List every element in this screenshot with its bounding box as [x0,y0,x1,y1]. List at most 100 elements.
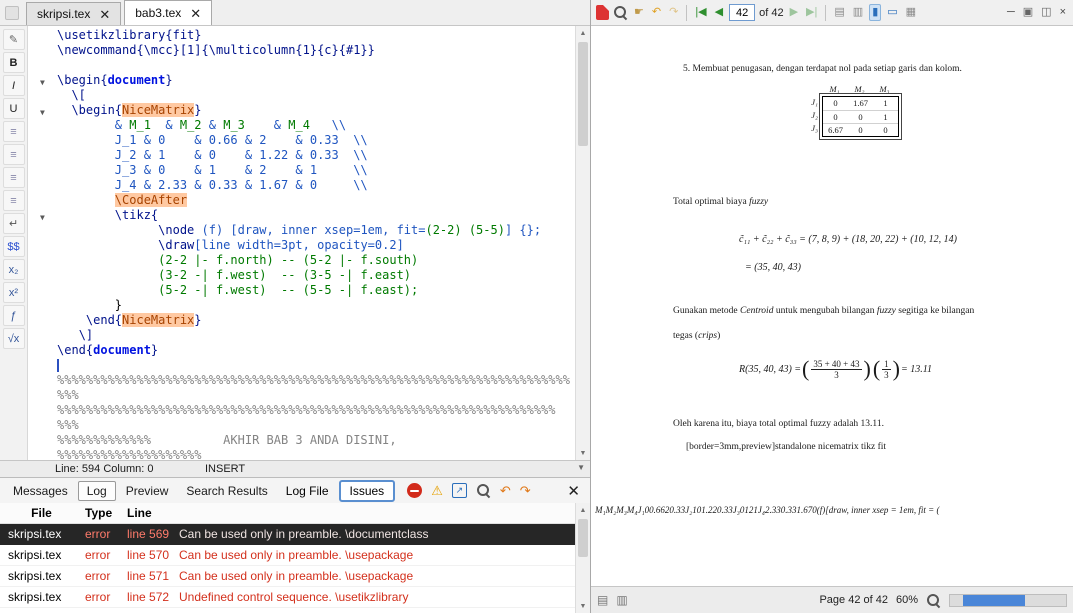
pdf-logo-icon[interactable] [596,5,609,20]
code-editor[interactable]: \usetikzlibrary{fit} \newcommand{\mcc}[1]… [28,26,575,460]
fold-marker-icon[interactable]: ▼ [40,75,45,90]
pencil-icon[interactable]: ✎ [2,29,25,50]
code-line: J_1 & 0 & 0.66 & 2 & 0.33 \\ [28,133,575,148]
close-viewer-icon[interactable]: × [1058,5,1068,20]
zoom-out-icon[interactable] [926,593,941,608]
code-segment: NiceMatrix [122,103,195,117]
newline-button[interactable]: ↵ [2,213,25,234]
code-segment: \usetikzlibrary{fit} [57,28,202,42]
code-segment: } [194,313,202,327]
pdf-statusbar: ▤ ▥ Page 42 of 42 60% [591,586,1073,613]
minimize-view-icon[interactable]: ─ [1005,5,1017,20]
find-options-icon[interactable] [476,483,491,498]
code-line: (3-2 -| f.west) -- (3-5 -| f.east) [28,268,575,283]
log-scrollbar-thumb[interactable] [578,519,588,557]
code-segment: J_4 & 2.33 & 0.33 & 1.67 & 0 \\ [114,178,368,192]
history-forward-icon[interactable]: ↷ [667,5,680,20]
fit-page-icon[interactable]: ▥ [851,5,865,20]
log-close-icon[interactable]: ✕ [567,482,580,500]
stop-icon[interactable] [407,483,423,498]
fold-marker-icon[interactable]: ▼ [40,105,45,120]
area-select-icon[interactable]: ▭ [885,5,899,20]
frac-button[interactable]: ƒ [2,305,25,326]
italic-button[interactable]: I [2,75,25,96]
sqrt-button[interactable]: √x [2,328,25,349]
fraction-numerator: 1 [882,358,891,370]
print-icon[interactable]: ▦ [904,5,918,20]
history-back-icon[interactable]: ↶ [650,5,663,20]
issues-button[interactable]: Issues [338,479,396,502]
next-error-icon[interactable]: ↷ [520,484,531,497]
hand-tool-icon[interactable]: ☛ [632,5,646,20]
log-row[interactable]: skripsi.tex error line 570 Can be used only… [0,545,575,566]
code-segment: \end{ [57,343,94,357]
log-tab-preview[interactable]: Preview [118,481,177,501]
log-row[interactable]: skripsi.tex error line 571 Can be used only… [0,566,575,587]
bookmarks-toggle-icon[interactable]: ▥ [616,593,627,607]
subscript-button[interactable]: x₂ [2,259,25,280]
log-row[interactable]: skripsi.tex error line 572 Undefined contro… [0,587,575,608]
text-select-icon[interactable]: ▮ [869,4,882,21]
align-left-button[interactable]: ≡ [2,121,25,142]
log-tab-log[interactable]: Log [77,480,116,501]
eq2-close-paren-2: ) [892,356,900,381]
line-column-indicator: Line: 594 Column: 0 [55,463,154,475]
page-number-input[interactable]: 42 [729,4,756,21]
text-segment: fuzzy [749,197,769,207]
log-scroll-up-icon[interactable]: ▲ [576,503,590,517]
prev-page-icon[interactable]: ◀ [713,5,725,20]
last-page-icon[interactable]: ▶| [804,5,819,20]
scroll-down-icon[interactable]: ▼ [576,446,590,460]
superscript-button[interactable]: x² [2,282,25,303]
log-scroll-down-icon[interactable]: ▼ [576,599,590,613]
code-segment: M_1 [129,118,151,132]
code-segment: \end{ [85,313,123,327]
tab-close-icon[interactable]: ✕ [99,8,110,21]
log-cell-file: skripsi.tex [8,569,62,583]
log-cell-file: skripsi.tex [8,548,62,562]
bold-button[interactable]: B [2,52,25,73]
single-page-icon[interactable]: ▣ [1021,5,1035,20]
log-file-button[interactable]: Log File [280,481,335,501]
justify-button[interactable]: ≡ [2,190,25,211]
editor-tab-bab3-tex[interactable]: bab3.tex ✕ [124,0,213,25]
warning-icon[interactable]: ⚠ [431,484,443,497]
zoom-slider-thumb[interactable] [963,594,1025,606]
next-page-icon[interactable]: ▶ [788,5,800,20]
log-tab-search-results[interactable]: Search Results [178,481,275,501]
code-line: \[ [28,88,575,103]
statusbar-dropdown-icon[interactable]: ▼ [577,463,585,472]
editor-scrollbar-thumb[interactable] [578,42,588,146]
fold-marker-icon[interactable]: ▼ [40,210,45,225]
zoom-slider[interactable] [949,593,1067,607]
log-row[interactable]: skripsi.tex error line 569 Can be used only… [0,524,575,545]
prev-error-icon[interactable]: ↶ [500,484,511,497]
log-scrollbar[interactable]: ▲ ▼ [575,503,590,613]
matrix-row-labels: J₁ J₂ J₃ [804,96,822,137]
code-line: (5-2 -| f.west) -- (5-5 -| f.east); [28,283,575,298]
search-icon[interactable] [613,5,628,20]
matrix-row: 0 1.67 1 [823,97,898,110]
code-line: J_3 & 0 & 1 & 2 & 1 \\ [28,163,575,178]
editor-scrollbar[interactable]: ▲ ▼ [575,26,590,460]
align-center-button[interactable]: ≡ [2,144,25,165]
fit-width-icon[interactable]: ▤ [832,5,846,20]
display-math-button[interactable]: $$ [2,236,25,257]
editor-tab-skripsi-tex[interactable]: skripsi.tex ✕ [26,2,122,25]
align-right-button[interactable]: ≡ [2,167,25,188]
external-view-icon[interactable]: ↗ [451,483,467,498]
log-tab-messages[interactable]: Messages [5,481,76,501]
panel-toggle-icon[interactable] [5,6,19,20]
underline-button[interactable]: U [2,98,25,119]
scroll-up-icon[interactable]: ▲ [576,26,590,40]
pdf-para1-line1: Gunakan metode Centroid untuk mengubah b… [673,306,974,316]
code-line: \usetikzlibrary{fit} [28,28,575,43]
pdf-total-line: Total optimal biaya fuzzy [673,197,768,207]
pdf-page-indicator: Page 42 of 42 [819,594,888,606]
code-segment: %%%%%%%%%%%%% AKHIR BAB 3 ANDA DISINI, [57,433,397,447]
two-page-icon[interactable]: ◫ [1039,5,1053,20]
first-page-icon[interactable]: |◀ [693,5,708,20]
tab-close-icon[interactable]: ✕ [190,7,201,20]
thumbnails-toggle-icon[interactable]: ▤ [597,593,608,607]
